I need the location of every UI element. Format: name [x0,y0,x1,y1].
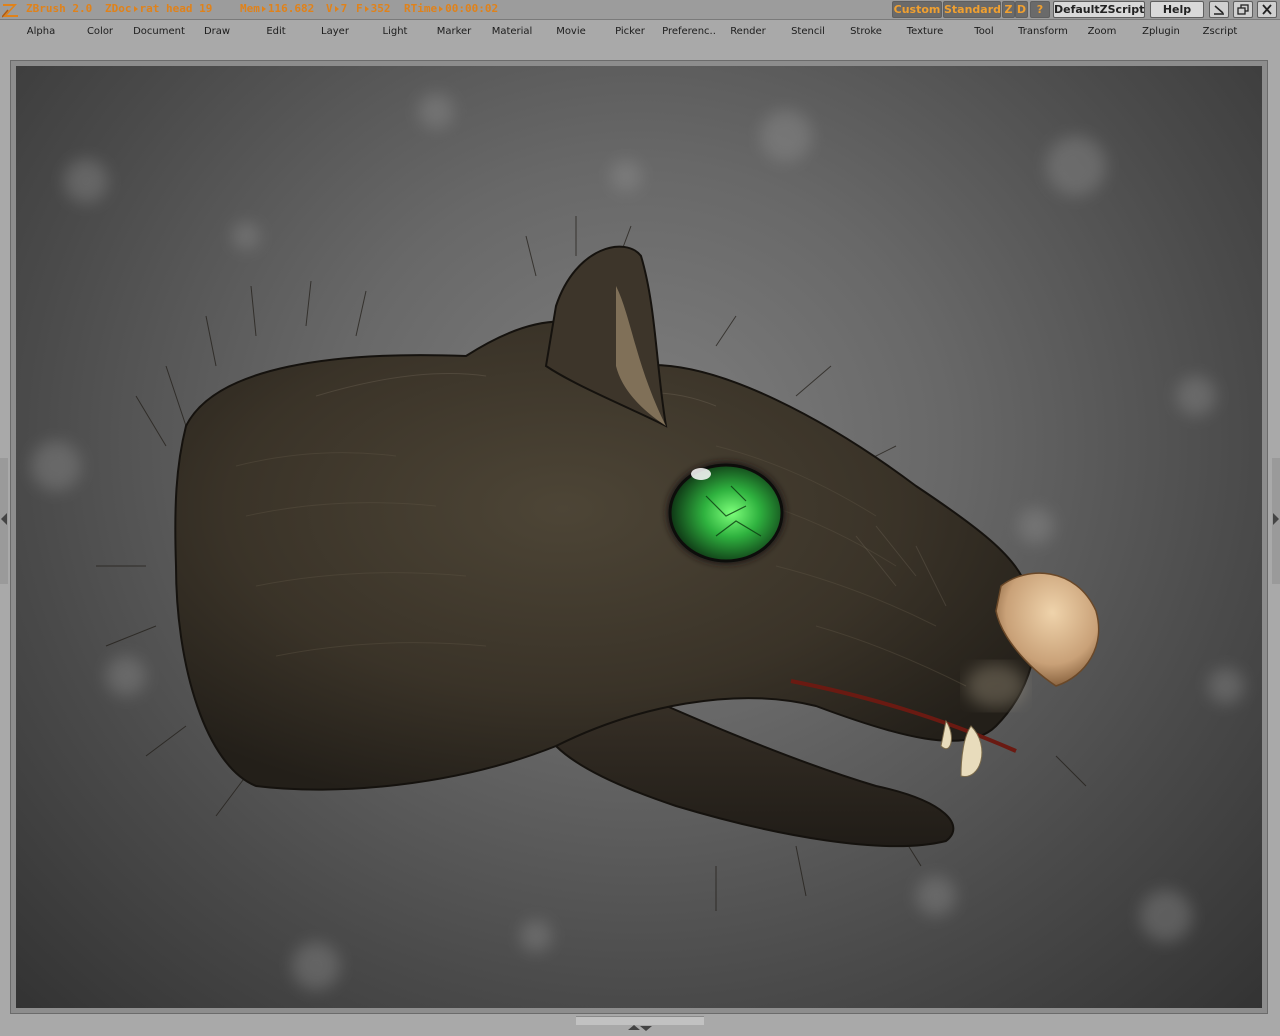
menu-light[interactable]: Light [365,26,425,37]
arrow-icon [364,6,369,12]
v-label: V [326,2,333,15]
custom-layout-button[interactable]: Custom [892,1,942,18]
mem-label: Mem [240,2,260,15]
menu-texture[interactable]: Texture [895,26,955,37]
zdoc-label: ZDoc [105,2,132,15]
doc-name: rat head 19 [139,2,213,15]
question-button[interactable]: ? [1030,1,1050,18]
menu-tool[interactable]: Tool [954,26,1014,37]
rat-head-render [31,93,1244,990]
menu-alpha[interactable]: Alpha [11,26,71,37]
document-canvas[interactable] [16,66,1262,1008]
minimize-icon [1214,5,1224,15]
v-info: V7 [326,2,347,15]
menu-edit[interactable]: Edit [246,26,306,37]
menu-layer[interactable]: Layer [305,26,365,37]
f-value: 352 [370,2,391,15]
z-button[interactable]: Z [1002,1,1015,18]
standard-layout-button[interactable]: Standard [943,1,1001,18]
zscript-button[interactable]: DefaultZScript [1053,1,1145,18]
f-label: F [356,2,363,15]
f-info: F 352 [356,2,391,15]
menu-render[interactable]: Render [718,26,778,37]
rtime-value: 00:00:02 [445,2,499,15]
app-title: ZBrush 2.0 [26,2,93,15]
chevron-right-icon [1273,513,1279,525]
menu-preferences[interactable]: Preferenc.. [659,26,719,37]
menu-stroke[interactable]: Stroke [836,26,896,37]
close-icon [1262,4,1272,15]
rtime-label: RTime [404,2,438,15]
menu-stencil[interactable]: Stencil [778,26,838,37]
mem-value: 116.682 [267,2,315,15]
title-bar: ZBrush 2.0 ZDoc rat head 19 Mem 116.682 V7… [0,0,1280,20]
arrow-icon [439,6,444,12]
menu-picker[interactable]: Picker [600,26,660,37]
restore-icon [1237,4,1249,15]
menu-document[interactable]: Document [129,26,189,37]
menu-transform[interactable]: Transform [1013,26,1073,37]
minimize-button[interactable] [1209,1,1229,18]
d-button[interactable]: D [1015,1,1028,18]
v-value: 7 [340,2,348,15]
help-button[interactable]: Help [1150,1,1204,18]
menu-bar: Alpha Color Document Draw Edit Layer Lig… [0,20,1280,45]
zbrush-logo-icon [2,4,18,18]
menu-color[interactable]: Color [70,26,130,37]
menu-material[interactable]: Material [482,26,542,37]
chevron-up-down-icon [628,1025,652,1031]
arrow-icon [261,6,266,12]
menu-zoom[interactable]: Zoom [1072,26,1132,37]
mem-info: Mem 116.682 [240,2,314,15]
menu-movie[interactable]: Movie [541,26,601,37]
chevron-left-icon [1,513,7,525]
menu-draw[interactable]: Draw [187,26,247,37]
close-button[interactable] [1257,1,1277,18]
arrow-icon [133,6,138,12]
zdoc-info: ZDoc rat head 19 [105,2,212,15]
restore-button[interactable] [1233,1,1253,18]
arrow-icon [334,6,339,12]
rtime-info: RTime 00:00:02 [404,2,498,15]
menu-zscript[interactable]: Zscript [1190,26,1250,37]
menu-zplugin[interactable]: Zplugin [1131,26,1191,37]
menu-marker[interactable]: Marker [424,26,484,37]
